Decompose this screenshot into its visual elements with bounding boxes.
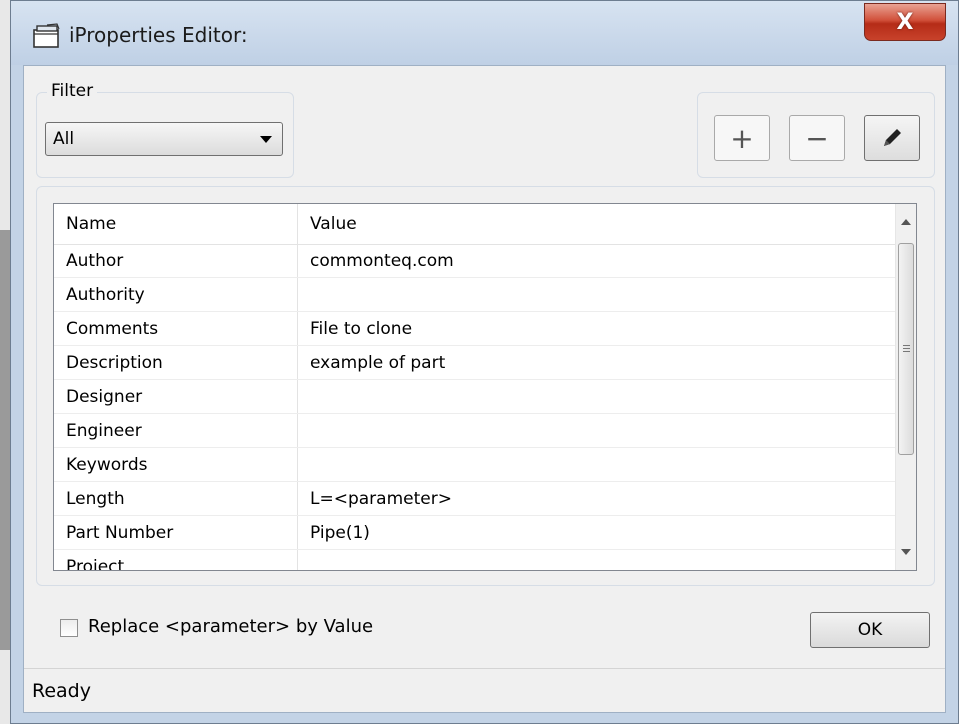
column-header-name[interactable]: Name bbox=[54, 204, 298, 244]
ok-button[interactable]: OK bbox=[810, 612, 930, 648]
table-row[interactable]: Part Number Pipe(1) bbox=[54, 516, 897, 550]
title-bar[interactable]: iProperties Editor: X bbox=[11, 1, 958, 65]
property-name: Authority bbox=[54, 278, 298, 311]
property-value[interactable]: example of part bbox=[298, 346, 897, 379]
filter-legend: Filter bbox=[47, 81, 98, 101]
replace-parameter-label[interactable]: Replace <parameter> by Value bbox=[88, 616, 373, 637]
property-name: Project bbox=[54, 550, 298, 570]
table-row[interactable]: Authority bbox=[54, 278, 897, 312]
toolbar-group: + − bbox=[697, 92, 935, 178]
scroll-up-icon[interactable] bbox=[901, 219, 911, 225]
table-row[interactable]: Length L=<parameter> bbox=[54, 482, 897, 516]
filter-group: Filter All bbox=[36, 81, 294, 178]
remove-property-button[interactable]: − bbox=[789, 115, 845, 161]
grip-line bbox=[903, 345, 910, 346]
status-text: Ready bbox=[32, 679, 91, 702]
table-row[interactable]: Keywords bbox=[54, 448, 897, 482]
replace-parameter-checkbox[interactable] bbox=[60, 619, 78, 637]
property-name: Keywords bbox=[54, 448, 298, 481]
plus-icon: + bbox=[730, 121, 754, 155]
status-bar: Ready bbox=[24, 668, 945, 712]
table-row[interactable]: Designer bbox=[54, 380, 897, 414]
table-row[interactable]: Engineer bbox=[54, 414, 897, 448]
app-icon bbox=[33, 23, 60, 48]
pencil-icon bbox=[884, 129, 901, 146]
edit-property-button[interactable] bbox=[864, 115, 920, 161]
properties-group: Name Value Author commonteq.com Authorit… bbox=[36, 186, 935, 586]
window-title: iProperties Editor: bbox=[69, 23, 248, 47]
filter-selected-value: All bbox=[53, 129, 75, 149]
property-value[interactable] bbox=[298, 414, 897, 447]
close-button[interactable]: X bbox=[864, 3, 946, 41]
property-value[interactable] bbox=[298, 380, 897, 413]
property-name: Author bbox=[54, 244, 298, 277]
grip-line bbox=[903, 348, 910, 349]
table-row[interactable]: Author commonteq.com bbox=[54, 244, 897, 278]
grid-body: Author commonteq.com Authority Comments … bbox=[54, 244, 897, 570]
property-name: Designer bbox=[54, 380, 298, 413]
property-name: Part Number bbox=[54, 516, 298, 549]
filter-dropdown[interactable]: All bbox=[45, 122, 283, 156]
scrollbar-thumb[interactable] bbox=[898, 243, 914, 455]
grid-header: Name Value bbox=[54, 204, 897, 245]
properties-grid[interactable]: Name Value Author commonteq.com Authorit… bbox=[53, 203, 917, 571]
chevron-down-icon bbox=[260, 136, 272, 143]
close-icon: X bbox=[896, 9, 914, 35]
property-value[interactable]: commonteq.com bbox=[298, 244, 897, 277]
background-window-edge bbox=[0, 0, 10, 724]
dialog-window: iProperties Editor: X Filter All + − Nam… bbox=[10, 0, 959, 724]
dialog-client-area: Filter All + − Name Value Author commont… bbox=[23, 65, 946, 713]
column-header-value[interactable]: Value bbox=[298, 204, 897, 244]
scroll-down-icon[interactable] bbox=[901, 549, 911, 555]
table-row[interactable]: Project bbox=[54, 550, 897, 570]
vertical-scrollbar[interactable] bbox=[895, 204, 916, 570]
property-value[interactable] bbox=[298, 550, 897, 570]
property-value[interactable]: Pipe(1) bbox=[298, 516, 897, 549]
table-row[interactable]: Description example of part bbox=[54, 346, 897, 380]
property-name: Comments bbox=[54, 312, 298, 345]
property-value[interactable] bbox=[298, 278, 897, 311]
property-value[interactable]: L=<parameter> bbox=[298, 482, 897, 515]
property-name: Engineer bbox=[54, 414, 298, 447]
grip-line bbox=[903, 351, 910, 352]
property-value[interactable]: File to clone bbox=[298, 312, 897, 345]
property-name: Length bbox=[54, 482, 298, 515]
property-name: Description bbox=[54, 346, 298, 379]
minus-icon: − bbox=[805, 121, 829, 155]
table-row[interactable]: Comments File to clone bbox=[54, 312, 897, 346]
property-value[interactable] bbox=[298, 448, 897, 481]
add-property-button[interactable]: + bbox=[714, 115, 770, 161]
